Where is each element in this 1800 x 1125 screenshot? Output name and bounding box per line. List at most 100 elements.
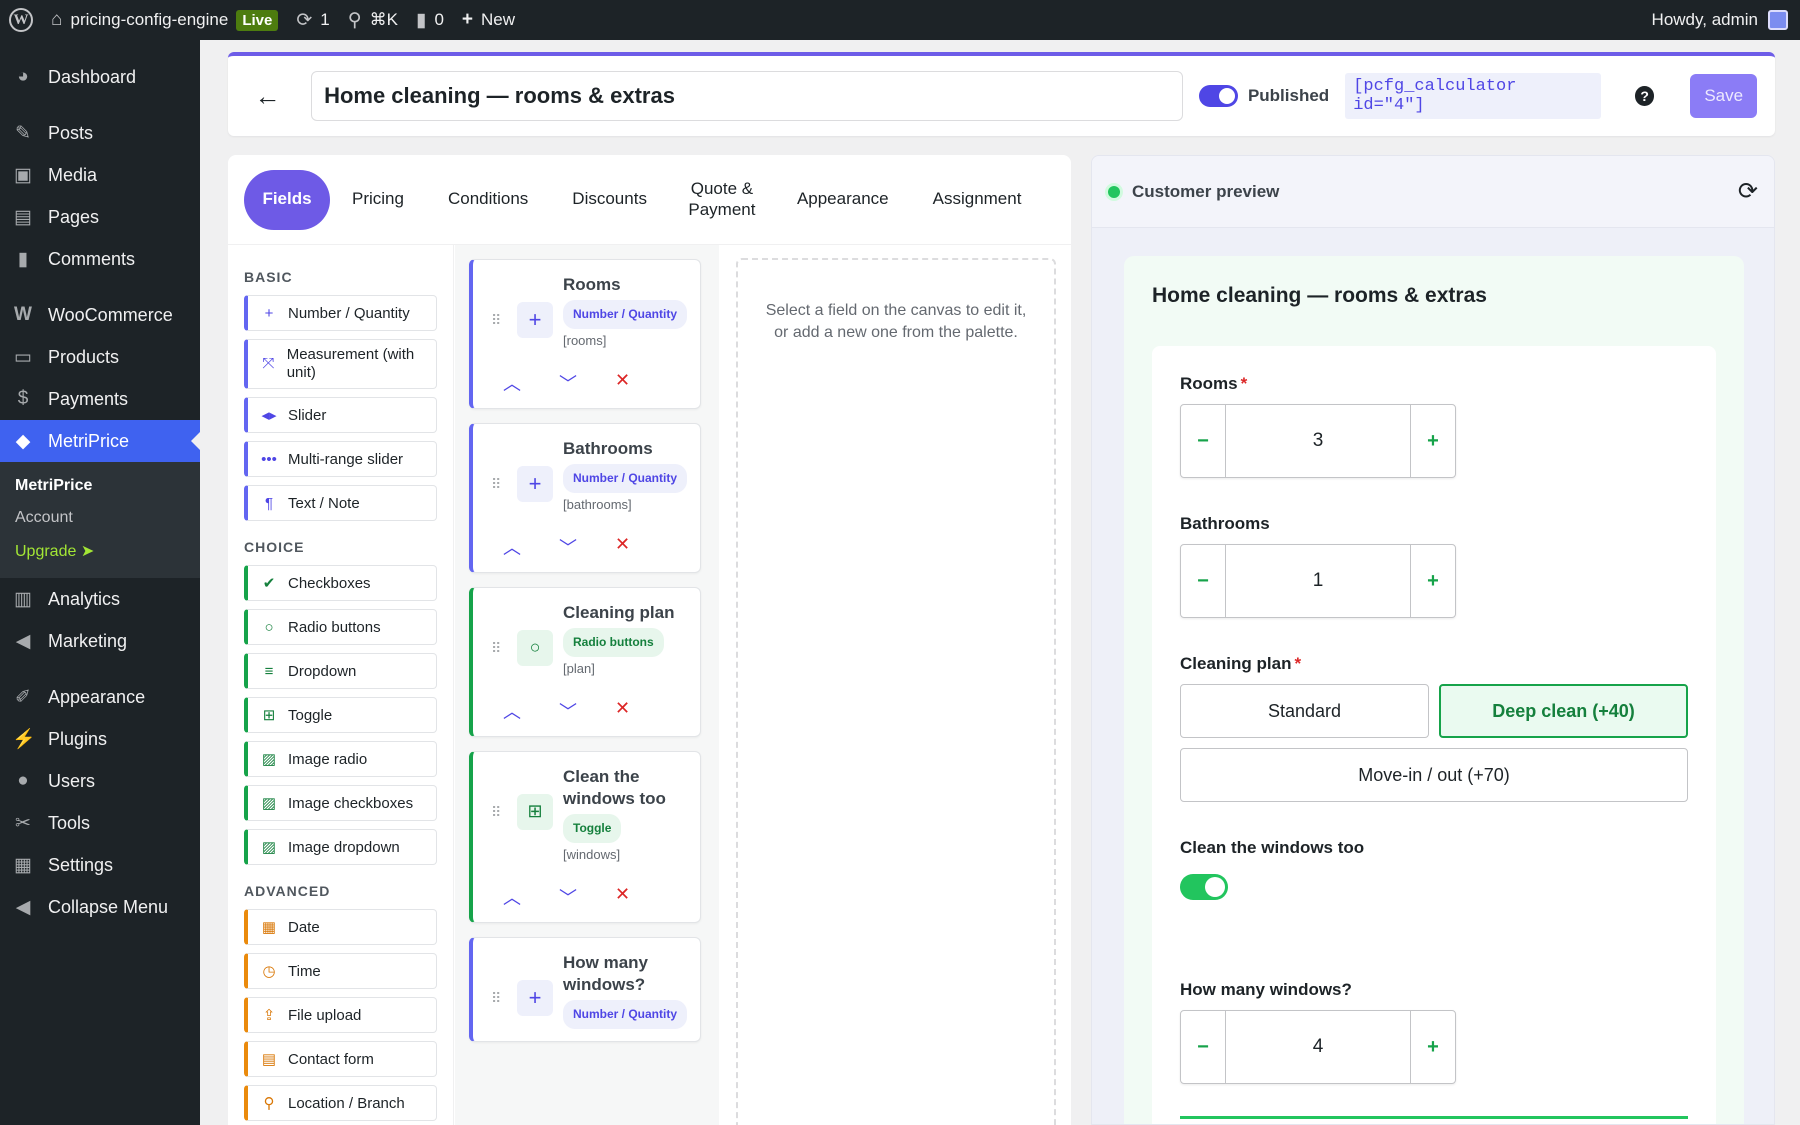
sidebar-item-label: Dashboard bbox=[48, 66, 137, 87]
new-content-menu[interactable]: + New bbox=[453, 0, 524, 40]
tab-pricing[interactable]: Pricing bbox=[330, 170, 426, 230]
palette-item-image-radio[interactable]: ▨ Image radio bbox=[244, 741, 437, 777]
search-menu[interactable]: ⚲ ⌘K bbox=[339, 0, 407, 40]
wp-logo-menu[interactable]: W bbox=[0, 0, 42, 40]
calculator-title-input[interactable] bbox=[311, 71, 1183, 121]
sidebar-item-tools[interactable]: ✂ Tools bbox=[0, 802, 200, 844]
plan-option-deep-clean[interactable]: Deep clean (+40) bbox=[1439, 684, 1688, 738]
sidebar-item-analytics[interactable]: ▥ Analytics bbox=[0, 578, 200, 620]
sidebar-item-users[interactable]: ● Users bbox=[0, 760, 200, 802]
avatar[interactable] bbox=[1768, 10, 1788, 30]
palette-item-file-upload[interactable]: ⇪ File upload bbox=[244, 997, 437, 1033]
increment-button[interactable]: + bbox=[1411, 545, 1455, 617]
site-name-menu[interactable]: ⌂ pricing-config-engine Live bbox=[42, 0, 287, 40]
move-down-icon[interactable]: ﹀ bbox=[559, 884, 577, 910]
delete-icon[interactable]: ✕ bbox=[615, 884, 630, 910]
comments-menu[interactable]: ▮ 0 bbox=[407, 0, 453, 40]
save-button[interactable]: Save bbox=[1690, 74, 1757, 118]
shortcode-display[interactable]: [pcfg_calculator id="4"] bbox=[1345, 73, 1601, 119]
move-up-icon[interactable]: ︿ bbox=[503, 534, 521, 560]
delete-icon[interactable]: ✕ bbox=[615, 698, 630, 724]
drag-handle-icon[interactable]: ⠿ bbox=[491, 476, 501, 493]
palette-item-toggle[interactable]: ⊞ Toggle bbox=[244, 697, 437, 733]
palette-item-checkboxes[interactable]: ✔ Checkboxes bbox=[244, 565, 437, 601]
move-down-icon[interactable]: ﹀ bbox=[559, 698, 577, 724]
palette-item-multi-range-slider[interactable]: ••• Multi-range slider bbox=[244, 441, 437, 477]
decrement-button[interactable]: − bbox=[1181, 405, 1225, 477]
refresh-icon[interactable]: ⟳ bbox=[1738, 177, 1758, 206]
windows-toggle[interactable] bbox=[1180, 874, 1228, 900]
move-down-icon[interactable]: ﹀ bbox=[559, 370, 577, 396]
submenu-item-upgrade[interactable]: Upgrade ➤ bbox=[0, 534, 200, 568]
palette-item-image-checkboxes[interactable]: ▨ Image checkboxes bbox=[244, 785, 437, 821]
tab-appearance[interactable]: Appearance bbox=[775, 170, 911, 230]
canvas-field-clean-windows[interactable]: ⠿ ⊞ Clean the windows too Toggle [window… bbox=[469, 750, 701, 923]
drag-handle-icon[interactable]: ⠿ bbox=[491, 804, 501, 821]
palette-item-number-quantity[interactable]: + Number / Quantity bbox=[244, 295, 437, 331]
tab-assignment[interactable]: Assignment bbox=[911, 170, 1044, 230]
plan-option-move-in-out[interactable]: Move-in / out (+70) bbox=[1180, 748, 1688, 802]
bathrooms-value[interactable]: 1 bbox=[1225, 545, 1411, 617]
canvas-field-cleaning-plan[interactable]: ⠿ ○ Cleaning plan Radio buttons [plan] ︿… bbox=[469, 586, 701, 737]
delete-icon[interactable]: ✕ bbox=[615, 534, 630, 560]
delete-icon[interactable]: ✕ bbox=[615, 370, 630, 396]
rooms-value[interactable]: 3 bbox=[1225, 405, 1411, 477]
account-greeting[interactable]: Howdy, admin bbox=[1652, 10, 1758, 30]
palette-item-label: Dropdown bbox=[288, 662, 357, 680]
sidebar-item-dashboard[interactable]: ◕ Dashboard bbox=[0, 56, 200, 98]
canvas-field-bathrooms[interactable]: ⠿ + Bathrooms Number / Quantity [bathroo… bbox=[469, 422, 701, 573]
sidebar-item-collapse-menu[interactable]: ◀ Collapse Menu bbox=[0, 886, 200, 928]
sidebar-item-comments[interactable]: ▮ Comments bbox=[0, 238, 200, 280]
palette-item-location-branch[interactable]: ⚲ Location / Branch bbox=[244, 1085, 437, 1121]
palette-item-contact-form[interactable]: ▤ Contact form bbox=[244, 1041, 437, 1077]
palette-item-time[interactable]: ◷ Time bbox=[244, 953, 437, 989]
palette-item-date[interactable]: ▦ Date bbox=[244, 909, 437, 945]
tab-fields[interactable]: Fields bbox=[244, 169, 330, 230]
published-toggle[interactable] bbox=[1198, 85, 1238, 107]
sidebar-item-payments[interactable]: $ Payments bbox=[0, 378, 200, 420]
palette-item-label: Radio buttons bbox=[288, 618, 381, 636]
palette-item-radio-buttons[interactable]: ○ Radio buttons bbox=[244, 609, 437, 645]
sidebar-item-woocommerce[interactable]: W WooCommerce bbox=[0, 294, 200, 336]
submenu-item-account[interactable]: Account bbox=[0, 502, 200, 534]
move-down-icon[interactable]: ﹀ bbox=[559, 534, 577, 560]
plan-option-standard[interactable]: Standard bbox=[1180, 684, 1429, 738]
sidebar-item-settings[interactable]: ▦ Settings bbox=[0, 844, 200, 886]
drag-handle-icon[interactable]: ⠿ bbox=[491, 640, 501, 657]
palette-item-slider[interactable]: ◂▸ Slider bbox=[244, 397, 437, 433]
sidebar-item-media[interactable]: ▣ Media bbox=[0, 154, 200, 196]
updates-menu[interactable]: ⟳ 1 bbox=[287, 0, 338, 40]
sidebar-item-posts[interactable]: ✎ Posts bbox=[0, 112, 200, 154]
sidebar-item-metriprice[interactable]: ◆ MetriPrice bbox=[0, 420, 200, 462]
submenu-item-metriprice[interactable]: MetriPrice bbox=[0, 470, 200, 502]
help-icon[interactable]: ? bbox=[1634, 86, 1655, 106]
palette-item-measurement[interactable]: ⤧ Measurement (with unit) bbox=[244, 339, 437, 389]
canvas-field-windows-count[interactable]: ⠿ + How many windows? Number / Quantity bbox=[469, 936, 701, 1042]
palette-item-image-dropdown[interactable]: ▨ Image dropdown bbox=[244, 829, 437, 865]
increment-button[interactable]: + bbox=[1411, 1011, 1455, 1083]
palette-item-dropdown[interactable]: ≡ Dropdown bbox=[244, 653, 437, 689]
windows-count-value[interactable]: 4 bbox=[1225, 1011, 1411, 1083]
image-icon: ▨ bbox=[261, 751, 277, 768]
move-up-icon[interactable]: ︿ bbox=[503, 884, 521, 910]
comments-count: 0 bbox=[434, 10, 444, 29]
move-up-icon[interactable]: ︿ bbox=[503, 370, 521, 396]
back-button[interactable]: ← bbox=[246, 74, 289, 118]
field-type-badge: Radio buttons bbox=[563, 627, 664, 657]
sidebar-item-appearance[interactable]: ✐ Appearance bbox=[0, 676, 200, 718]
drag-handle-icon[interactable]: ⠿ bbox=[491, 312, 501, 329]
tab-discounts[interactable]: Discounts bbox=[550, 170, 669, 230]
sidebar-item-plugins[interactable]: ⚡ Plugins bbox=[0, 718, 200, 760]
decrement-button[interactable]: − bbox=[1181, 545, 1225, 617]
tab-conditions[interactable]: Conditions bbox=[426, 170, 550, 230]
tab-quote-payment[interactable]: Quote & Payment bbox=[669, 170, 775, 230]
canvas-field-rooms[interactable]: ⠿ + Rooms Number / Quantity [rooms] ︿ ﹀ ✕ bbox=[469, 259, 701, 409]
palette-item-text-note[interactable]: ¶ Text / Note bbox=[244, 485, 437, 521]
sidebar-item-products[interactable]: ▭ Products bbox=[0, 336, 200, 378]
decrement-button[interactable]: − bbox=[1181, 1011, 1225, 1083]
sidebar-item-pages[interactable]: ▤ Pages bbox=[0, 196, 200, 238]
sidebar-item-marketing[interactable]: ◀ Marketing bbox=[0, 620, 200, 662]
drag-handle-icon[interactable]: ⠿ bbox=[491, 990, 501, 1007]
move-up-icon[interactable]: ︿ bbox=[503, 698, 521, 724]
increment-button[interactable]: + bbox=[1411, 405, 1455, 477]
